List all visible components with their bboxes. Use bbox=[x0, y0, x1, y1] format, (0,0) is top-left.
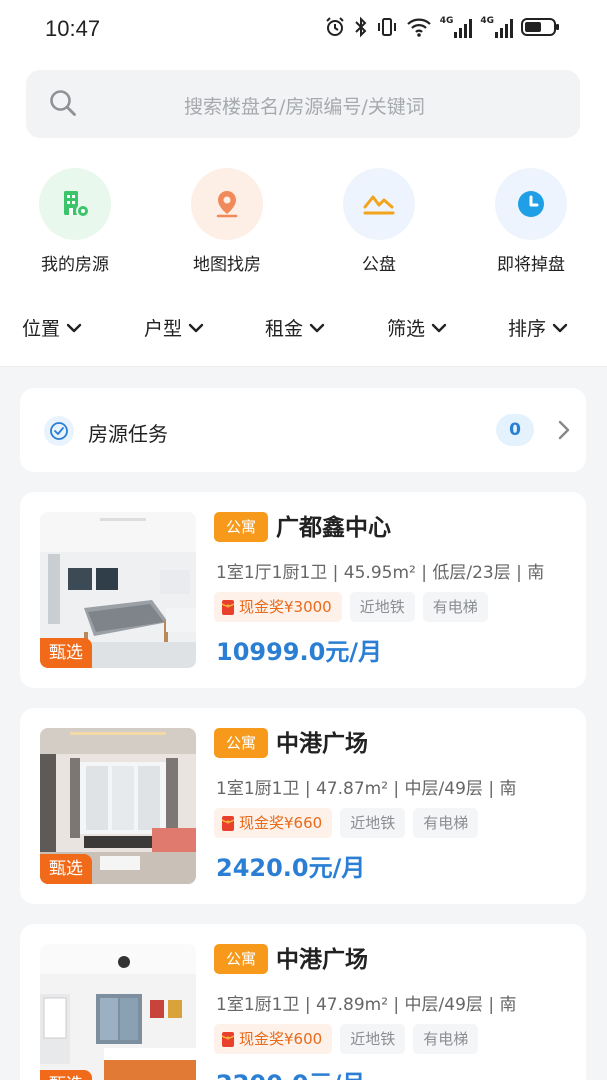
chevron-down-icon bbox=[431, 323, 447, 332]
cash-reward-chip: 现金奖¥600 bbox=[214, 1024, 333, 1054]
vibrate-icon bbox=[377, 18, 396, 36]
featured-tag: 甄选 bbox=[40, 854, 92, 884]
feature-chip: 有电梯 bbox=[422, 592, 488, 622]
filter-label: 排序 bbox=[508, 318, 547, 340]
featured-tag: 甄选 bbox=[40, 1070, 92, 1080]
listing-info: 1室1厅1厨1卫 | 45.95m² | 低层/23层 | 南 bbox=[216, 563, 545, 583]
quick-action-my-listings[interactable]: 我的房源 bbox=[15, 168, 135, 275]
listing-card[interactable]: 甄选 公寓 中港广场 1室1厨1卫 | 47.89m² | 中层/49层 | 南… bbox=[20, 924, 586, 1080]
quick-action-label: 公盘 bbox=[362, 255, 396, 275]
header-area: 10:47 4G 4G 搜索楼盘名/房源编号/关键词 我的房源 地图找房 公盘 … bbox=[0, 0, 607, 366]
status-bar: 10:47 4G 4G bbox=[0, 0, 607, 60]
battery-icon bbox=[521, 18, 559, 36]
chevron-down-icon bbox=[188, 323, 204, 332]
clock-icon bbox=[495, 168, 567, 240]
filter-label: 租金 bbox=[265, 318, 304, 340]
filter-label: 筛选 bbox=[387, 318, 426, 340]
listing-name: 广都鑫中心 bbox=[276, 515, 391, 541]
search-input[interactable]: 搜索楼盘名/房源编号/关键词 bbox=[184, 92, 425, 119]
red-packet-icon bbox=[222, 1032, 234, 1047]
cash-reward-chip: 现金奖¥3000 bbox=[214, 592, 342, 622]
map-pin-icon bbox=[191, 168, 263, 240]
filter-label: 户型 bbox=[144, 318, 183, 340]
feature-chip: 近地铁 bbox=[349, 592, 415, 622]
property-type-tag: 公寓 bbox=[214, 512, 268, 542]
filter-location[interactable]: 位置 bbox=[22, 314, 82, 341]
property-type-tag: 公寓 bbox=[214, 728, 268, 758]
divider bbox=[0, 366, 607, 367]
cash-reward-chip: 现金奖¥660 bbox=[214, 808, 333, 838]
listing-chips: 现金奖¥3000 近地铁 有电梯 bbox=[214, 592, 488, 622]
listing-card[interactable]: 甄选 公寓 中港广场 1室1厨1卫 | 47.87m² | 中层/49层 | 南… bbox=[20, 708, 586, 904]
listing-name: 中港广场 bbox=[276, 731, 368, 757]
listing-price: 2420.0元/月 bbox=[216, 854, 366, 882]
check-circle-icon bbox=[44, 416, 74, 446]
listing-price: 2200.0元/月 bbox=[216, 1064, 365, 1080]
filter-more[interactable]: 筛选 bbox=[387, 314, 447, 341]
listing-photo: 甄选 bbox=[40, 944, 196, 1080]
search-bar[interactable]: 搜索楼盘名/房源编号/关键词 bbox=[26, 70, 580, 138]
bluetooth-icon bbox=[354, 16, 367, 38]
filter-sort[interactable]: 排序 bbox=[508, 314, 568, 341]
quick-action-label: 地图找房 bbox=[193, 255, 261, 275]
status-icons: 4G 4G bbox=[324, 16, 561, 38]
listing-photo: 甄选 bbox=[40, 512, 196, 668]
task-title: 房源任务 bbox=[88, 422, 168, 446]
chevron-right-icon bbox=[558, 420, 570, 440]
wifi-icon bbox=[406, 18, 431, 37]
feature-chip: 有电梯 bbox=[413, 1024, 479, 1054]
network-4g-icon-2: 4G bbox=[480, 16, 513, 38]
listing-card[interactable]: 甄选 公寓 广都鑫中心 1室1厅1厨1卫 | 45.95m² | 低层/23层 … bbox=[20, 492, 586, 688]
listing-info: 1室1厨1卫 | 47.89m² | 中层/49层 | 南 bbox=[216, 995, 517, 1015]
featured-tag: 甄选 bbox=[40, 638, 92, 668]
filter-rent[interactable]: 租金 bbox=[265, 314, 325, 341]
reward-text: 现金奖¥660 bbox=[239, 814, 323, 832]
quick-action-public-listings[interactable]: 公盘 bbox=[319, 168, 439, 275]
quick-action-map-search[interactable]: 地图找房 bbox=[167, 168, 287, 275]
listing-photo: 甄选 bbox=[40, 728, 196, 884]
feature-chip: 有电梯 bbox=[413, 808, 479, 838]
status-time: 10:47 bbox=[45, 16, 101, 41]
listing-name: 中港广场 bbox=[276, 947, 368, 973]
filter-label: 位置 bbox=[22, 318, 61, 340]
red-packet-icon bbox=[222, 600, 234, 615]
feature-chip: 近地铁 bbox=[340, 808, 406, 838]
listing-chips: 现金奖¥660 近地铁 有电梯 bbox=[214, 808, 479, 838]
network-4g-icon-1: 4G bbox=[440, 16, 473, 38]
chevron-down-icon bbox=[66, 323, 82, 332]
task-count-badge: 0 bbox=[496, 414, 534, 446]
filter-layout[interactable]: 户型 bbox=[144, 314, 204, 341]
quick-action-label: 我的房源 bbox=[41, 255, 109, 275]
quick-action-expiring[interactable]: 即将掉盘 bbox=[471, 168, 591, 275]
red-packet-icon bbox=[222, 816, 234, 831]
chart-line-icon bbox=[343, 168, 415, 240]
feature-chip: 近地铁 bbox=[340, 1024, 406, 1054]
quick-action-label: 即将掉盘 bbox=[497, 255, 565, 275]
reward-text: 现金奖¥600 bbox=[239, 1030, 323, 1048]
listing-price: 10999.0元/月 bbox=[216, 638, 383, 666]
listing-info: 1室1厨1卫 | 47.87m² | 中层/49层 | 南 bbox=[216, 779, 517, 799]
chevron-down-icon bbox=[309, 323, 325, 332]
search-icon bbox=[50, 90, 76, 116]
reward-text: 现金奖¥3000 bbox=[239, 598, 332, 616]
alarm-icon bbox=[325, 17, 344, 36]
listing-task-card[interactable]: 房源任务 0 bbox=[20, 388, 586, 472]
building-icon bbox=[39, 168, 111, 240]
filter-bar: 位置 户型 租金 筛选 排序 bbox=[0, 306, 607, 350]
chevron-down-icon bbox=[552, 323, 568, 332]
property-type-tag: 公寓 bbox=[214, 944, 268, 974]
listing-chips: 现金奖¥600 近地铁 有电梯 bbox=[214, 1024, 479, 1054]
